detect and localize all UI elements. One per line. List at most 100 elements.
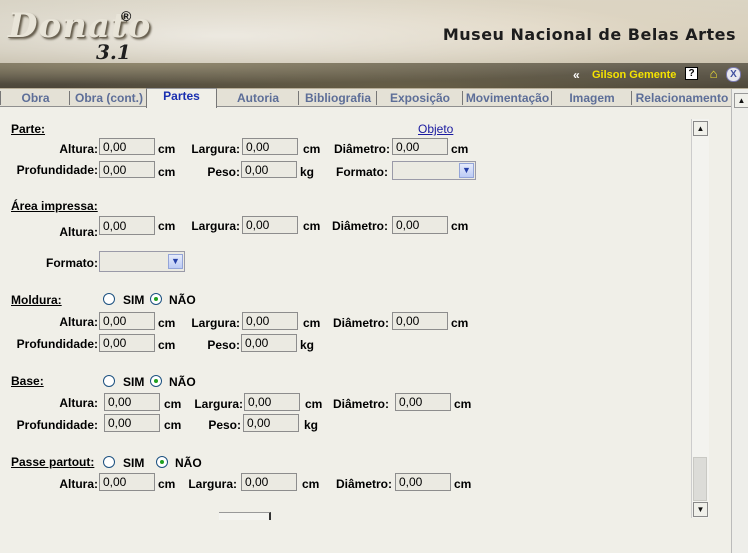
altura-label: Altura: (59, 142, 98, 156)
app-header: Donato ® 3.1 Museu Nacional de Belas Art… (0, 0, 748, 90)
base-peso-input[interactable] (243, 414, 299, 432)
unit-cm: cm (158, 165, 176, 179)
passe-sim-radio[interactable] (103, 456, 115, 468)
section-title-passe-partout: Passe partout: (11, 455, 95, 469)
altura-label: Altura: (59, 315, 98, 329)
section-title-area-impressa: Área impressa: (11, 199, 98, 213)
area-formato-select[interactable]: ▼ (99, 251, 185, 272)
moldura-diametro-input[interactable] (392, 312, 448, 330)
base-largura-input[interactable] (244, 393, 300, 411)
base-sim-label: SIM (123, 375, 145, 389)
moldura-altura-input[interactable] (99, 312, 155, 330)
scroll-down-icon[interactable]: ▼ (693, 502, 708, 517)
objeto-link[interactable]: Objeto (418, 122, 453, 136)
unit-kg: kg (300, 165, 315, 179)
unit-cm: cm (158, 477, 176, 491)
formato-label: Formato: (336, 165, 388, 179)
base-sim-radio[interactable] (103, 375, 115, 387)
user-name: Gilson Gemente (592, 69, 677, 81)
tab-bar: Obra Obra (cont.) Partes Autoria Bibliog… (0, 88, 732, 108)
section-title-parte: Parte: (11, 122, 46, 136)
base-profundidade-input[interactable] (104, 414, 160, 432)
scroll-up-icon[interactable]: ▲ (734, 93, 748, 108)
unit-cm: cm (305, 397, 323, 411)
section-title-base: Base: (11, 374, 44, 388)
user-bar: « Gilson Gemente ? ⌂ X (0, 63, 748, 88)
partes-form: Parte: Objeto Altura: cm Largura: cm Diâ… (0, 108, 690, 553)
page-scrollbar[interactable]: ▲ (731, 89, 748, 553)
base-diametro-input[interactable] (395, 393, 451, 411)
largura-label: Largura: (188, 477, 237, 491)
peso-label: Peso: (207, 338, 240, 352)
passe-diametro-input[interactable] (395, 473, 451, 491)
unit-cm: cm (158, 338, 176, 352)
largura-label: Largura: (191, 142, 240, 156)
profundidade-label: Profundidade: (16, 337, 98, 351)
moldura-profundidade-input[interactable] (99, 334, 155, 352)
tab-autoria[interactable]: Autoria (216, 91, 299, 105)
scroll-thumb[interactable] (693, 457, 707, 501)
parte-largura-input[interactable] (242, 138, 298, 155)
largura-label: Largura: (191, 316, 240, 330)
parte-peso-input[interactable] (241, 161, 297, 178)
passe-nao-label: NÃO (175, 456, 202, 470)
unit-cm: cm (302, 477, 320, 491)
peso-label: Peso: (208, 418, 241, 432)
base-altura-input[interactable] (104, 393, 160, 411)
passe-altura-input[interactable] (99, 473, 155, 491)
unit-cm: cm (158, 142, 176, 156)
unit-cm: cm (451, 142, 469, 156)
form-scrollbar[interactable]: ▲ ▼ (691, 119, 709, 518)
help-icon[interactable]: ? (685, 67, 698, 80)
moldura-largura-input[interactable] (242, 312, 298, 330)
unit-cm: cm (158, 316, 176, 330)
tab-exposicao[interactable]: Exposição (376, 91, 463, 105)
passe-nao-radio[interactable] (156, 456, 168, 468)
tab-bibliografia[interactable]: Bibliografia (298, 91, 377, 105)
moldura-peso-input[interactable] (241, 334, 297, 352)
scroll-up-icon[interactable]: ▲ (693, 121, 708, 136)
parte-altura-input[interactable] (99, 138, 155, 155)
passe-largura-input[interactable] (241, 473, 297, 491)
back-link[interactable]: « (573, 68, 580, 82)
area-diametro-input[interactable] (392, 216, 448, 234)
tab-movimentacao[interactable]: Movimentação (462, 91, 552, 105)
moldura-nao-radio[interactable] (150, 293, 162, 305)
altura-label: Altura: (59, 225, 98, 239)
diametro-label: Diâmetro: (335, 477, 392, 491)
unit-cm: cm (303, 219, 321, 233)
logo-version: 3.1 (96, 40, 131, 64)
parte-formato-select[interactable]: ▼ (392, 161, 476, 180)
tab-obra-cont[interactable]: Obra (cont.) (69, 91, 148, 105)
unit-cm: cm (454, 477, 472, 491)
tab-partes[interactable]: Partes (146, 88, 217, 108)
chevron-down-icon[interactable]: ▼ (459, 163, 474, 178)
peso-label: Peso: (207, 165, 240, 179)
tab-relacionamento[interactable]: Relacionamento (631, 91, 732, 105)
profundidade-label: Profundidade: (16, 163, 98, 177)
unit-cm: cm (158, 219, 176, 233)
area-largura-input[interactable] (242, 216, 298, 234)
base-nao-radio[interactable] (150, 375, 162, 387)
diametro-label: Diâmetro: (333, 142, 390, 156)
home-icon[interactable]: ⌂ (707, 67, 720, 80)
registered-mark: ® (121, 8, 132, 24)
unit-cm: cm (303, 316, 321, 330)
moldura-sim-label: SIM (123, 293, 145, 307)
save-button[interactable] (219, 512, 271, 520)
unit-kg: kg (300, 338, 315, 352)
moldura-sim-radio[interactable] (103, 293, 115, 305)
passe-sim-label: SIM (123, 456, 145, 470)
area-altura-input[interactable] (99, 216, 155, 235)
parte-profundidade-input[interactable] (99, 161, 155, 178)
parte-diametro-input[interactable] (392, 138, 448, 155)
tab-imagem[interactable]: Imagem (551, 91, 632, 105)
tab-obra[interactable]: Obra (0, 91, 70, 105)
close-icon[interactable]: X (726, 67, 741, 82)
chevron-down-icon[interactable]: ▼ (168, 254, 183, 269)
diametro-label: Diâmetro: (331, 219, 388, 233)
unit-kg: kg (304, 418, 319, 432)
altura-label: Altura: (59, 396, 98, 410)
unit-cm: cm (451, 316, 469, 330)
donato-logo: Donato ® 3.1 (8, 6, 150, 64)
